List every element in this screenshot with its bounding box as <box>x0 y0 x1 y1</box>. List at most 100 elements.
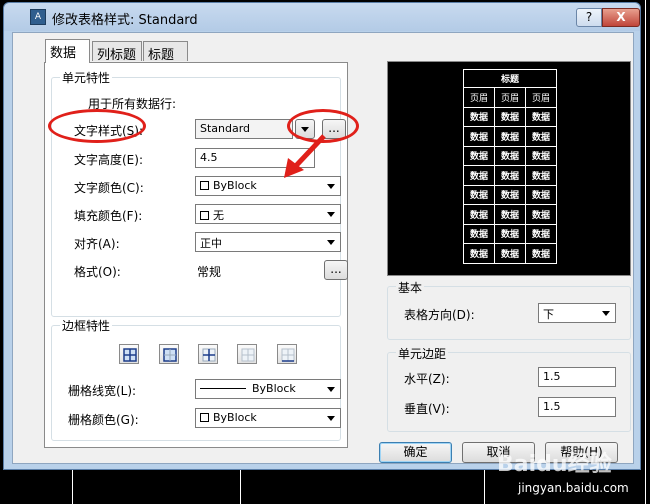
preview-data-cell: 数据 <box>494 243 526 264</box>
tab-title[interactable]: 标题 <box>143 41 188 63</box>
format-browse-button[interactable]: ... <box>324 260 348 280</box>
vertical-margin-input[interactable]: 1.5 <box>538 397 616 417</box>
inside-borders-icon <box>202 348 216 362</box>
alignment-select[interactable]: 正中 <box>195 232 341 252</box>
lineweight-label: 栅格线宽(L): <box>68 384 137 398</box>
preview-data-cell: 数据 <box>494 165 526 186</box>
baidu-logo-watermark: Baidu经验 <box>497 452 612 477</box>
preview-data-cell: 数据 <box>463 145 495 166</box>
ok-button[interactable]: 确定 <box>379 442 452 463</box>
border-properties-group: 边框特性 栅格线宽(L): ByBlock 栅格颜色(G): ByBlock <box>51 317 341 441</box>
preview-data-cell: 数据 <box>494 126 526 147</box>
preview-data-cell: 数据 <box>494 204 526 225</box>
preview-data-cell: 数据 <box>525 223 557 244</box>
close-button[interactable]: X <box>602 8 640 27</box>
text-style-value: Standard <box>200 122 251 135</box>
preview-data-cell: 数据 <box>494 223 526 244</box>
basic-group: 基本 表格方向(D): 下 <box>387 279 631 340</box>
preview-data-cell: 数据 <box>525 204 557 225</box>
line-sample-icon <box>200 388 246 389</box>
fill-color-value: 无 <box>213 209 224 222</box>
chevron-down-icon <box>327 240 335 245</box>
outside-borders-icon <box>163 348 177 362</box>
group-title: 基本 <box>396 279 425 296</box>
all-borders-button[interactable] <box>119 344 139 364</box>
preview-data-cell: 数据 <box>463 243 495 264</box>
bottom-border-button[interactable] <box>277 344 297 364</box>
preview-table: 标题 页眉 页眉 页眉 数据 数据 数据 数据 数据 数据 数据 数据 数据 数据 数据 数据 数据 数据 数据 数据… <box>463 69 557 264</box>
preview-data-cell: 数据 <box>463 184 495 205</box>
tab-data[interactable]: 数据 <box>45 39 90 63</box>
grid-color-value: ByBlock <box>213 411 257 424</box>
horizontal-margin-label: 水平(Z): <box>404 372 450 386</box>
table-direction-value: 下 <box>543 308 554 321</box>
alignment-value: 正中 <box>200 237 222 250</box>
help-title-button[interactable]: ? <box>576 8 602 27</box>
preview-data-cell: 数据 <box>525 243 557 264</box>
desktop-line <box>240 470 241 504</box>
chevron-down-icon <box>327 387 335 392</box>
chevron-down-icon <box>602 311 610 316</box>
watermark-url: jingyan.baidu.com <box>518 481 629 495</box>
preview-data-cell: 数据 <box>525 165 557 186</box>
preview-header-cell: 页眉 <box>525 87 557 108</box>
preview-data-cell: 数据 <box>525 145 557 166</box>
preview-data-cell: 数据 <box>463 106 495 127</box>
text-style-select[interactable]: Standard <box>195 119 293 139</box>
bottom-border-icon <box>281 348 295 362</box>
no-borders-button[interactable] <box>237 344 257 364</box>
chevron-down-icon <box>327 416 335 421</box>
fill-color-label: 填充颜色(F): <box>74 209 143 223</box>
group-title: 单元特性 <box>60 69 113 86</box>
color-swatch <box>200 181 209 190</box>
table-preview: 标题 页眉 页眉 页眉 数据 数据 数据 数据 数据 数据 数据 数据 数据 数据 数据 数据 数据 数据 数据 数据… <box>387 61 631 276</box>
format-value: 常规 <box>197 265 222 279</box>
cell-margins-group: 单元边距 水平(Z): 1.5 垂直(V): 1.5 <box>387 345 631 432</box>
grid-color-label: 栅格颜色(G): <box>68 413 139 427</box>
no-borders-icon <box>241 348 255 362</box>
preview-data-cell: 数据 <box>463 126 495 147</box>
app-icon: A <box>30 9 46 25</box>
window-title: 修改表格样式: Standard <box>52 13 198 28</box>
preview-data-cell: 数据 <box>494 106 526 127</box>
preview-data-cell: 数据 <box>494 184 526 205</box>
vertical-margin-label: 垂直(V): <box>404 402 450 416</box>
preview-data-cell: 数据 <box>463 165 495 186</box>
all-borders-icon <box>123 348 137 362</box>
preview-data-cell: 数据 <box>463 204 495 225</box>
dialog-client: 数据 列标题 标题 单元特性 用于所有数据行: 文字样式(S): Standar… <box>12 32 634 464</box>
text-color-value: ByBlock <box>213 179 257 192</box>
preview-data-cell: 数据 <box>525 126 557 147</box>
horizontal-margin-input[interactable]: 1.5 <box>538 367 616 387</box>
preview-title-cell: 标题 <box>463 69 557 88</box>
format-label: 格式(O): <box>74 265 121 279</box>
grid-color-select[interactable]: ByBlock <box>195 408 341 428</box>
desktop-line <box>484 470 485 504</box>
color-swatch <box>200 413 209 422</box>
chevron-down-icon <box>327 184 335 189</box>
lineweight-select[interactable]: ByBlock <box>195 379 341 399</box>
table-direction-select[interactable]: 下 <box>538 303 616 323</box>
inside-borders-button[interactable] <box>198 344 218 364</box>
group-title: 单元边距 <box>396 345 449 362</box>
outside-borders-button[interactable] <box>159 344 179 364</box>
desktop-line <box>72 470 73 504</box>
annotation-ellipse-text-style <box>48 109 146 143</box>
text-color-label: 文字颜色(C): <box>74 181 144 195</box>
annotation-arrow-icon <box>284 134 326 178</box>
fill-color-select[interactable]: 无 <box>195 204 341 224</box>
tab-column-heads[interactable]: 列标题 <box>92 41 142 63</box>
preview-data-cell: 数据 <box>463 223 495 244</box>
preview-data-cell: 数据 <box>494 145 526 166</box>
desktop-line <box>645 0 646 504</box>
title-bar[interactable]: A 修改表格样式: Standard ? X <box>4 3 640 31</box>
text-height-label: 文字高度(E): <box>74 153 143 167</box>
table-direction-label: 表格方向(D): <box>404 308 475 322</box>
preview-header-cell: 页眉 <box>463 87 495 108</box>
dialog-window: A 修改表格样式: Standard ? X 数据 列标题 标题 单元特性 用于… <box>3 2 641 470</box>
lineweight-value: ByBlock <box>252 382 296 395</box>
group-title: 边框特性 <box>60 317 113 334</box>
preview-header-cell: 页眉 <box>494 87 526 108</box>
chevron-down-icon <box>327 212 335 217</box>
color-swatch <box>200 211 209 220</box>
